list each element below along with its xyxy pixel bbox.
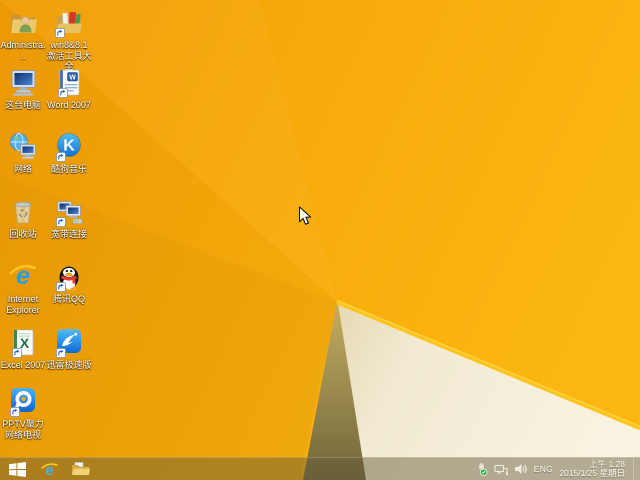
desktop-icon-label: 酷狗音乐 (50, 164, 87, 174)
clock-date: 2015/1/25 星期日 (559, 468, 625, 478)
svg-text:X: X (20, 335, 30, 351)
kugou-icon: K (54, 131, 84, 163)
taskbar-internet-explorer[interactable]: e (34, 458, 65, 480)
desktop-icon-label: PPTV聚力 网络电视 (2, 419, 44, 440)
recycle-bin-icon (8, 196, 38, 228)
taskbar: e ENG 上午 1:28 2015/1/25 星期日 (0, 457, 640, 480)
desktop-icon-network[interactable]: 网络 (0, 131, 46, 175)
desktop-icon-this-pc[interactable]: 这台电脑 (0, 67, 46, 111)
computer-icon (8, 67, 38, 99)
svg-text:K: K (63, 138, 75, 155)
user-folder-icon (8, 7, 38, 39)
desktop-icon-administrator-folder[interactable]: Administra... (0, 7, 46, 61)
windows-logo-icon (8, 461, 26, 477)
desktop-icon-recycle-bin[interactable]: 回收站 (0, 196, 46, 240)
wallpaper (0, 0, 640, 480)
word-document-icon: W (54, 67, 84, 99)
desktop-icon-tencent-qq[interactable]: 腾讯QQ (46, 261, 92, 305)
desktop-icon-kugou-music[interactable]: K 酷狗音乐 (46, 131, 92, 175)
desktop-icon-excel-2007[interactable]: X Excel 2007 (0, 327, 46, 371)
tray-device-safely-remove-icon[interactable] (475, 458, 488, 480)
books-folder-icon (54, 7, 84, 39)
start-button[interactable] (0, 458, 34, 480)
taskbar-clock[interactable]: 上午 1:28 2015/1/25 星期日 (559, 459, 627, 479)
desktop-icon-label: 腾讯QQ (52, 294, 85, 304)
internet-explorer-icon: e (8, 261, 38, 293)
system-tray: ENG 上午 1:28 2015/1/25 星期日 (475, 458, 638, 480)
desktop-icon-label: 这台电脑 (4, 100, 41, 110)
file-explorer-icon (72, 462, 90, 475)
thunder-bird-icon (54, 327, 84, 359)
desktop-icon-label: 回收站 (9, 229, 37, 239)
desktop-icon-word-2007[interactable]: W Word 2007 (46, 67, 92, 111)
desktop-icon-thunder-speed[interactable]: 迅雷极速版 (46, 327, 92, 371)
desktop-icon-label: Administra... (0, 40, 46, 61)
svg-text:W: W (69, 75, 76, 82)
desktop-icon-label: Excel 2007 (0, 360, 46, 370)
tray-volume-icon[interactable] (514, 458, 528, 480)
desktop-icon-broadband-connection[interactable]: 宽带连接 (46, 196, 92, 240)
taskbar-file-explorer[interactable] (65, 458, 96, 480)
desktop-icon-label: Word 2007 (47, 100, 91, 110)
desktop-icon-pptv[interactable]: PPTV聚力 网络电视 (0, 386, 46, 440)
tray-network-icon[interactable] (494, 458, 508, 480)
show-desktop-button[interactable] (633, 458, 638, 480)
desktop-icon-win8-activation-tools[interactable]: win8&8.1激活工具大全 (46, 7, 92, 72)
desktop-icon-label: 网络 (13, 164, 32, 174)
desktop-icon-internet-explorer[interactable]: e Internet Explorer (0, 261, 46, 315)
language-indicator[interactable]: ENG (534, 464, 554, 474)
desktop-icon-label: 迅雷极速版 (46, 360, 92, 370)
desktop: Administra... win8&8.1激活工具大全 这台电脑 W Word… (0, 0, 640, 480)
qq-penguin-icon (54, 261, 84, 293)
mouse-cursor (299, 206, 312, 225)
internet-explorer-icon: e (41, 462, 58, 478)
network-globe-icon (8, 131, 38, 163)
broadband-icon (54, 196, 84, 228)
desktop-icon-label: 宽带连接 (50, 229, 87, 239)
desktop-icon-label: Internet Explorer (6, 294, 40, 315)
pptv-icon (8, 386, 38, 418)
excel-document-icon: X (8, 327, 38, 359)
